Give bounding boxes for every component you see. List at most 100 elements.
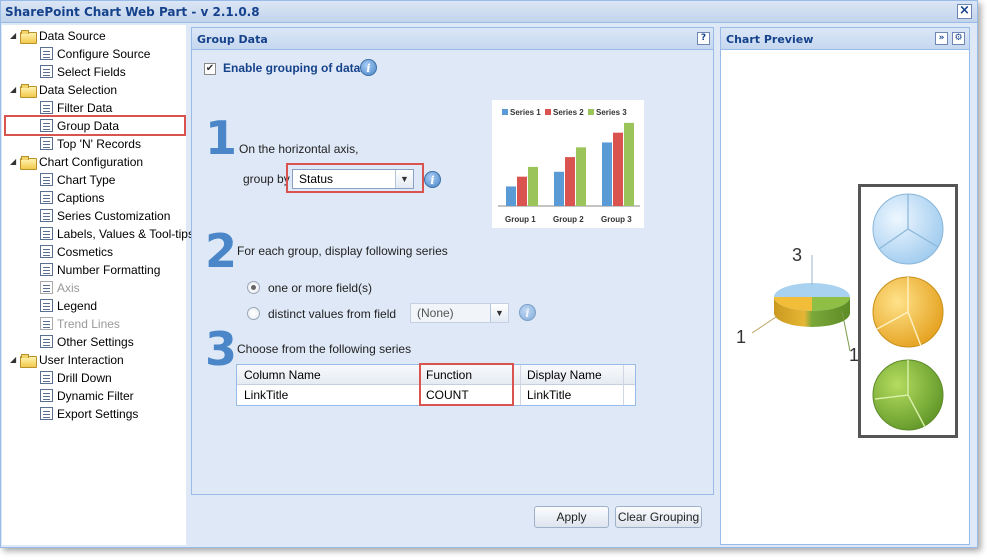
folder-icon bbox=[20, 29, 37, 44]
expand-icon[interactable]: » bbox=[935, 32, 948, 45]
close-icon[interactable]: × bbox=[957, 4, 972, 19]
radio-distinct-values[interactable] bbox=[247, 307, 260, 320]
enable-grouping-checkbox[interactable]: ✔ bbox=[204, 63, 216, 75]
legend-swatch bbox=[502, 109, 508, 115]
group-by-highlight bbox=[286, 163, 424, 193]
tree-item-labels-values-tool-tips[interactable]: Labels, Values & Tool-tips bbox=[40, 224, 194, 242]
settings-page-icon bbox=[40, 245, 53, 259]
settings-page-icon bbox=[40, 137, 53, 151]
distinct-field-select[interactable]: (None) ▼ bbox=[410, 303, 509, 323]
pie-preview-chart: 3 1 1 bbox=[736, 245, 858, 365]
legend-swatch bbox=[545, 109, 551, 115]
collapse-arrow-icon[interactable]: ◢ bbox=[10, 351, 20, 369]
function-column-highlight bbox=[419, 363, 514, 406]
settings-page-icon bbox=[40, 173, 53, 187]
tree-item-label: Legend bbox=[57, 298, 98, 313]
tree-item-other-settings[interactable]: Other Settings bbox=[40, 332, 134, 350]
tree-item-label: Export Settings bbox=[57, 406, 139, 421]
tree-item-label: Trend Lines bbox=[57, 316, 120, 331]
settings-page-icon bbox=[40, 65, 53, 79]
sample-bar bbox=[565, 157, 575, 206]
tree-item-captions[interactable]: Captions bbox=[40, 188, 104, 206]
radio-distinct-label: distinct values from field bbox=[268, 307, 397, 321]
panel-title: Group Data bbox=[197, 33, 268, 46]
settings-icon[interactable]: ⚙ bbox=[952, 32, 965, 45]
sample-grouping-chart: Series 1 Series 2 Series 3 Group 1 Group 2 Gr… bbox=[492, 100, 644, 228]
cell-column-name[interactable]: LinkTitle bbox=[237, 385, 288, 405]
info-icon[interactable]: i bbox=[519, 304, 536, 321]
step-2-number: 2 bbox=[205, 224, 238, 278]
settings-page-icon bbox=[40, 227, 53, 241]
sample-bar bbox=[624, 122, 634, 206]
column-header-display-name[interactable]: Display Name bbox=[520, 365, 602, 385]
sample-bar bbox=[506, 186, 516, 206]
radio-one-or-more-fields[interactable] bbox=[247, 281, 260, 294]
collapse-arrow-icon[interactable]: ◢ bbox=[10, 81, 20, 99]
settings-tree: ◢ Data Source Configure Source Select Field… bbox=[2, 25, 194, 545]
pie-label: 3 bbox=[792, 245, 802, 265]
tree-item-drill-down[interactable]: Drill Down bbox=[40, 368, 112, 386]
step-3-text: Choose from the following series bbox=[237, 342, 412, 356]
tree-item-legend[interactable]: Legend bbox=[40, 296, 97, 314]
tree-folder-data-selection[interactable]: ◢ Data Selection bbox=[10, 80, 117, 98]
sample-bar bbox=[613, 132, 623, 206]
tree-folder-data-source[interactable]: ◢ Data Source bbox=[10, 26, 106, 44]
folder-icon bbox=[20, 353, 37, 368]
group-label: Group 3 bbox=[601, 215, 632, 224]
apply-button[interactable]: Apply bbox=[534, 506, 609, 528]
legend-label: Series 2 bbox=[553, 108, 584, 117]
tree-item-label: Dynamic Filter bbox=[57, 388, 134, 403]
tree-item-export-settings[interactable]: Export Settings bbox=[40, 404, 138, 422]
blue-swatch bbox=[872, 193, 944, 265]
tree-item-trend-lines[interactable]: Trend Lines bbox=[40, 314, 120, 332]
tree-item-dynamic-filter[interactable]: Dynamic Filter bbox=[40, 386, 134, 404]
tree-item-label: Configure Source bbox=[57, 46, 151, 61]
tree-item-select-fields[interactable]: Select Fields bbox=[40, 62, 126, 80]
group-by-label: group by bbox=[243, 172, 290, 186]
sample-bar bbox=[528, 166, 538, 206]
settings-page-icon bbox=[40, 317, 53, 331]
tree-item-chart-type[interactable]: Chart Type bbox=[40, 170, 115, 188]
tree-item-axis[interactable]: Axis bbox=[40, 278, 80, 296]
tree-item-label: Data Source bbox=[39, 28, 106, 43]
distinct-field-value: (None) bbox=[417, 306, 454, 320]
settings-page-icon bbox=[40, 281, 53, 295]
settings-page-icon bbox=[40, 371, 53, 385]
collapse-arrow-icon[interactable]: ◢ bbox=[10, 27, 20, 45]
tree-folder-chart-configuration[interactable]: ◢ Chart Configuration bbox=[10, 152, 143, 170]
tree-item-label: Chart Type bbox=[57, 172, 116, 187]
folder-icon bbox=[20, 83, 37, 98]
tree-item-number-formatting[interactable]: Number Formatting bbox=[40, 260, 160, 278]
legend-swatch bbox=[588, 109, 594, 115]
info-icon[interactable]: i bbox=[360, 59, 377, 76]
tree-item-top-n-records[interactable]: Top 'N' Records bbox=[40, 134, 141, 152]
pie-label: 1 bbox=[849, 345, 858, 365]
clear-grouping-button[interactable]: Clear Grouping bbox=[615, 506, 702, 528]
cell-display-name[interactable]: LinkTitle bbox=[520, 385, 571, 405]
settings-page-icon bbox=[40, 191, 53, 205]
tree-folder-user-interaction[interactable]: ◢ User Interaction bbox=[10, 350, 124, 368]
settings-page-icon bbox=[40, 263, 53, 277]
tree-item-filter-data[interactable]: Filter Data bbox=[40, 98, 112, 116]
tree-item-configure-source[interactable]: Configure Source bbox=[40, 44, 150, 62]
tree-item-cosmetics[interactable]: Cosmetics bbox=[40, 242, 113, 260]
info-icon[interactable]: i bbox=[424, 171, 441, 188]
enable-grouping-label: Enable grouping of data bbox=[223, 61, 361, 75]
window-title: SharePoint Chart Web Part - v 2.1.0.8 bbox=[5, 5, 260, 19]
pie-label-line bbox=[751, 316, 777, 334]
pie-swatch-frame bbox=[858, 184, 958, 438]
tree-item-label: Cosmetics bbox=[57, 244, 114, 259]
settings-page-icon bbox=[40, 47, 53, 61]
collapse-arrow-icon[interactable]: ◢ bbox=[10, 153, 20, 171]
tree-item-series-customization[interactable]: Series Customization bbox=[40, 206, 170, 224]
group-label: Group 2 bbox=[553, 215, 584, 224]
tree-item-label: User Interaction bbox=[39, 352, 124, 367]
tree-item-label: Data Selection bbox=[39, 82, 118, 97]
step-2-text: For each group, display following series bbox=[237, 244, 448, 258]
green-swatch bbox=[872, 359, 944, 431]
sample-bar bbox=[554, 171, 564, 206]
group-data-panel: Group Data ? bbox=[191, 27, 714, 495]
radio-one-or-more-label: one or more field(s) bbox=[268, 281, 373, 295]
column-header-name[interactable]: Column Name bbox=[237, 365, 321, 385]
help-icon[interactable]: ? bbox=[697, 32, 710, 45]
